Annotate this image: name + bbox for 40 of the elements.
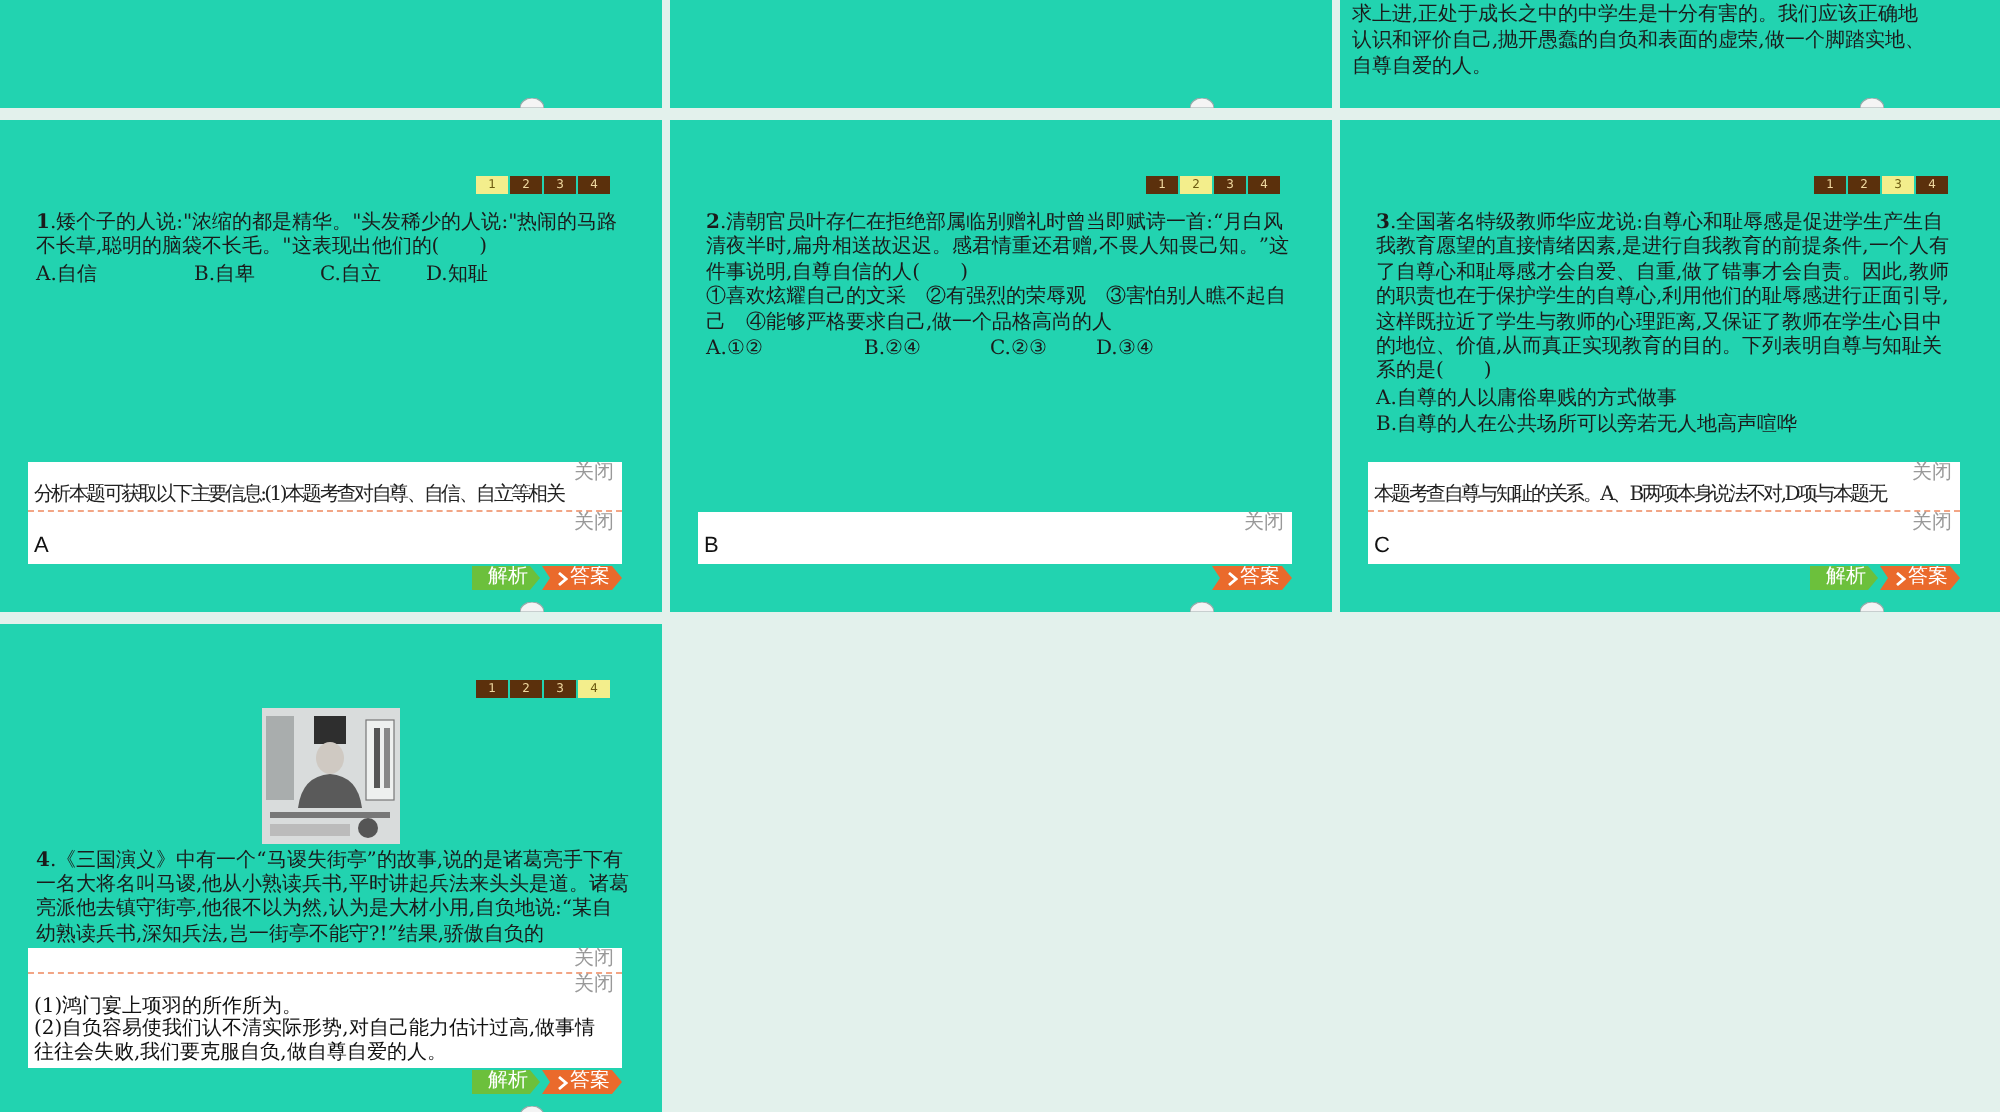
- semicircle-icon: [1860, 98, 1884, 108]
- option-text: A.自尊的人以庸俗卑贱的方式做事: [1376, 385, 1677, 412]
- answer-text: C: [1374, 534, 1392, 560]
- answer-button[interactable]: 答案: [1212, 566, 1292, 590]
- option-text: D.知耻: [426, 261, 488, 288]
- analysis-text: 本题考查自尊与知耻的关系。A、B两项本身说法不对,D项与本题无: [1374, 484, 1888, 508]
- semicircle-icon: [520, 602, 544, 612]
- option-text: C.②③: [990, 336, 1049, 363]
- answer-button[interactable]: 答案: [542, 566, 622, 590]
- analysis-text: 分析本题可获取以下主要信息:(1)本题考查对自尊、自信、自立等相关: [34, 484, 567, 508]
- slide-thumbnail[interactable]: 求上进,正处于成长之中的中学生是十分有害的。我们应该正确地认识和评价自己,抛开愚蠢的自负和表面的虚荣,做一个脚踏实地、自尊自爱的人。: [1340, 0, 2000, 108]
- answer-text: A: [34, 534, 51, 560]
- question-text: 2.清朝官员叶存仁在拒绝部属临别赠礼时曾当即赋诗一首:“月白风清夜半时,扁舟相送故迟迟。感君情重还君赠,不畏人知畏己知。”这件事说明,自尊自信的人( ): [706, 212, 1290, 285]
- option-text: A.自信: [36, 261, 99, 288]
- answer-button[interactable]: 答案: [1880, 566, 1960, 590]
- answer-button[interactable]: 答案: [542, 1070, 622, 1094]
- chevron-icon: [558, 1075, 568, 1089]
- slide-thumbnail[interactable]: [0, 624, 662, 1112]
- answer-text: (2)自负容易使我们认不清实际形势,对自己能力估计过高,做事情往往会失败,我们要克服自负,做自尊自爱的人。: [34, 1018, 598, 1064]
- option-text: C.自立: [320, 261, 383, 288]
- question-text: 1.矮个子的人说:"浓缩的都是精华。"头发稀少的人说:"热闹的马路不长草,聪明的脑袋不长毛。"这表现出他们的( ): [36, 212, 620, 262]
- question-text: 3.全国著名特级教师华应龙说:自尊心和耻辱感是促进学生产生自我教育愿望的直接情绪因素,是进行自我教育的前提条件,一个人有了自尊心和耻辱感才会自爱、自重,做了错事才会自责。因此,教师的职责也在于保护学生的自尊心,利用他们的耻辱感进行正面引导,这样既拉近了学生与教师的心理距离,又保证了教师在学生心目中的地位、价值,从而真正实现教育的目的。下列表明自尊与知耻关系的是( ): [1376, 212, 1951, 386]
- question-text: 4.《三国演义》中有一个“马谡失街亭”的故事,说的是诸葛亮手下有一名大将名叫马谡,他从小熟读兵书,平时讲起兵法来头头是道。诸葛亮派他去镇守街亭,他很不以为然,认为是大材小用,自负地说:“某自幼熟读兵书,深知兵法,岂一街亭不能守?!”结果,骄傲自负的: [36, 850, 631, 947]
- option-text: B.自卑: [194, 261, 258, 288]
- answer-text: B: [704, 534, 721, 560]
- slide-text: 求上进,正处于成长之中的中学生是十分有害的。我们应该正确地认识和评价自己,抛开愚蠢的自负和表面的虚荣,做一个脚踏实地、自尊自爱的人。: [1352, 2, 1927, 80]
- semicircle-icon: [1190, 602, 1214, 612]
- semicircle-icon: [520, 98, 544, 108]
- statement-text: ①喜欢炫耀自己的文采 ②有强烈的荣辱观 ③害怕别人瞧不起自己 ④能够严格要求自己,做一个品格高尚的人: [706, 286, 1288, 337]
- option-text: B.自尊的人在公共场所可以旁若无人地高声喧哗: [1376, 411, 1798, 438]
- semicircle-icon: [1860, 602, 1884, 612]
- option-text: B.②④: [864, 336, 924, 363]
- chevron-icon: [558, 571, 568, 585]
- semicircle-icon: [1190, 98, 1214, 108]
- chevron-icon: [1228, 571, 1238, 585]
- option-text: D.③④: [1096, 336, 1154, 363]
- option-text: A.①②: [706, 336, 765, 363]
- chevron-icon: [1896, 571, 1906, 585]
- slide-thumbnail[interactable]: [1340, 120, 2000, 612]
- answer-text: (1)鸿门宴上项羽的所作所为。: [34, 995, 305, 1017]
